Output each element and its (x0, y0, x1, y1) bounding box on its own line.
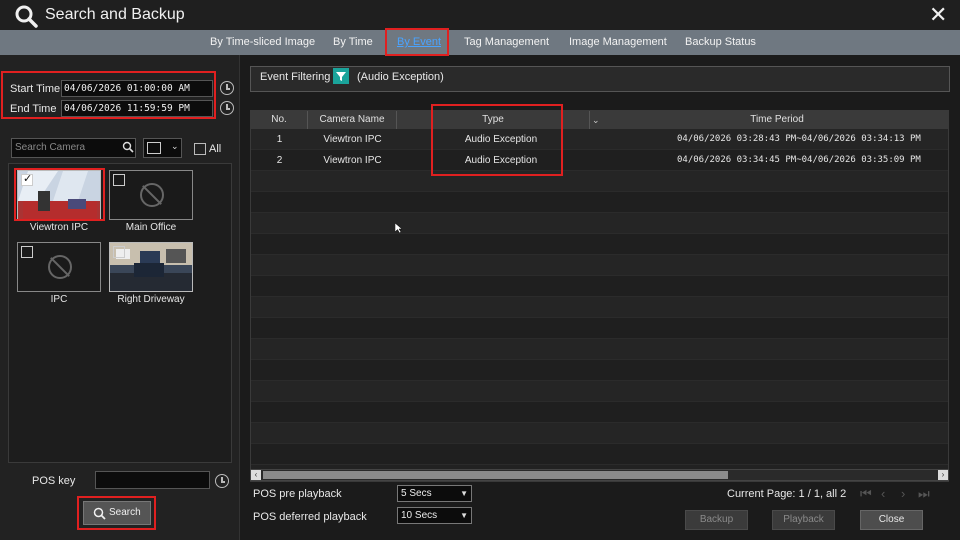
prev-page-icon[interactable]: ‹ (881, 486, 885, 501)
camera-checkbox[interactable] (21, 246, 33, 258)
camera-thumbnail-ipc[interactable] (17, 242, 101, 292)
camera-checkbox[interactable] (113, 246, 125, 258)
results-table: No. Camera Name Type ⌄ Time Period 1 Vie… (250, 110, 949, 482)
tab-tag-management[interactable]: Tag Management (464, 30, 549, 55)
search-highlight-box (77, 496, 156, 530)
scroll-right-icon[interactable]: › (938, 470, 948, 480)
empty-row (251, 318, 948, 339)
tab-by-time[interactable]: By Time (333, 30, 373, 55)
empty-row (251, 402, 948, 423)
start-time-clock-icon[interactable] (220, 81, 234, 95)
camera-thumbnail-right-driveway[interactable] (109, 242, 193, 292)
tab-backup-status[interactable]: Backup Status (685, 30, 756, 55)
camera-thumbnail-main-office[interactable] (109, 170, 193, 220)
tab-highlight-box (385, 28, 449, 56)
cell-camera: Viewtron IPC (323, 134, 382, 145)
cell-no: 1 (276, 134, 283, 145)
cell-time-period: 04/06/2026 03:34:45 PM~04/06/2026 03:35:… (677, 155, 921, 165)
pagination-info: Current Page: 1 / 1, all 2 (727, 488, 847, 500)
cell-no: 2 (276, 155, 283, 166)
event-filter-bar (250, 66, 950, 92)
pos-deferred-playback-value: 10 Secs (401, 510, 438, 521)
time-highlight-box (1, 71, 216, 119)
pos-deferred-playback-label: POS deferred playback (253, 511, 367, 523)
pos-pre-playback-select[interactable]: 5 Secs ▼ (397, 485, 472, 502)
select-all-checkbox[interactable] (194, 143, 206, 155)
empty-row (251, 381, 948, 402)
empty-row (251, 360, 948, 381)
playback-button[interactable]: Playback (772, 510, 835, 530)
filter-button[interactable] (333, 68, 349, 84)
search-icon[interactable] (122, 141, 134, 153)
column-header-time-period[interactable]: Time Period (606, 111, 948, 129)
scroll-left-icon[interactable]: ‹ (251, 470, 261, 480)
grid-view-icon (147, 142, 161, 154)
search-icon (15, 5, 38, 28)
camera-name: Viewtron IPC (29, 222, 89, 233)
window-title: Search and Backup (45, 6, 185, 23)
event-filter-label: Event Filtering (260, 71, 331, 83)
column-header-no[interactable]: No. (251, 111, 308, 129)
event-filter-value: (Audio Exception) (357, 71, 444, 83)
empty-row (251, 255, 948, 276)
no-video-icon (140, 183, 164, 207)
camera-name: Right Driveway (117, 294, 185, 305)
empty-row (251, 423, 948, 444)
empty-row (251, 234, 948, 255)
column-header-camera-name[interactable]: Camera Name (308, 111, 397, 129)
pos-pre-playback-label: POS pre playback (253, 488, 342, 500)
end-time-clock-icon[interactable] (220, 101, 234, 115)
mouse-cursor-icon (395, 223, 403, 233)
pos-key-label: POS key (32, 475, 76, 487)
last-page-icon[interactable]: ⏭ (918, 486, 930, 502)
empty-row (251, 171, 948, 192)
tab-by-time-sliced-image[interactable]: By Time-sliced Image (210, 30, 315, 55)
empty-row (251, 276, 948, 297)
horizontal-scrollbar[interactable]: ‹ › (250, 469, 949, 481)
empty-row (251, 297, 948, 318)
backup-button[interactable]: Backup (685, 510, 748, 530)
select-all-label: All (209, 143, 222, 155)
chevron-down-icon: ▼ (460, 489, 468, 498)
cell-camera: Viewtron IPC (323, 155, 382, 166)
table-header: No. Camera Name Type ⌄ Time Period (251, 111, 948, 129)
type-column-highlight-box (431, 104, 563, 176)
pos-key-input[interactable] (95, 471, 210, 489)
table-row[interactable]: 2 Viewtron IPC Audio Exception 04/06/202… (251, 150, 948, 171)
camera-checkbox[interactable] (113, 174, 125, 186)
scrollbar-thumb[interactable] (263, 471, 728, 479)
close-button[interactable]: Close (860, 510, 923, 530)
tab-bar: By Time-sliced Image By Time By Event Ta… (0, 30, 960, 55)
search-camera-input[interactable]: Search Camera (11, 138, 136, 158)
camera-checkbox[interactable] (21, 172, 33, 186)
type-filter-chevron-icon[interactable]: ⌄ (592, 112, 604, 128)
pos-deferred-playback-select[interactable]: 10 Secs ▼ (397, 507, 472, 524)
no-video-icon (48, 255, 72, 279)
camera-name: IPC (50, 294, 68, 305)
chevron-down-icon: ▼ (460, 511, 468, 520)
empty-row (251, 444, 948, 465)
cell-time-period: 04/06/2026 03:28:43 PM~04/06/2026 03:34:… (677, 134, 921, 144)
empty-row (251, 339, 948, 360)
view-mode-select[interactable]: ⌄ (143, 138, 182, 158)
empty-row (251, 213, 948, 234)
filter-icon (336, 72, 346, 81)
pos-pre-playback-value: 5 Secs (401, 488, 432, 499)
table-row[interactable]: 1 Viewtron IPC Audio Exception 04/06/202… (251, 129, 948, 150)
next-page-icon[interactable]: › (901, 486, 905, 501)
camera-name: Main Office (125, 222, 177, 233)
empty-row (251, 192, 948, 213)
pos-clock-icon[interactable] (215, 474, 229, 488)
chevron-down-icon: ⌄ (171, 141, 179, 151)
first-page-icon[interactable]: ⏮ (860, 486, 872, 502)
close-icon[interactable]: ✕ (929, 4, 947, 26)
tab-image-management[interactable]: Image Management (569, 30, 667, 55)
